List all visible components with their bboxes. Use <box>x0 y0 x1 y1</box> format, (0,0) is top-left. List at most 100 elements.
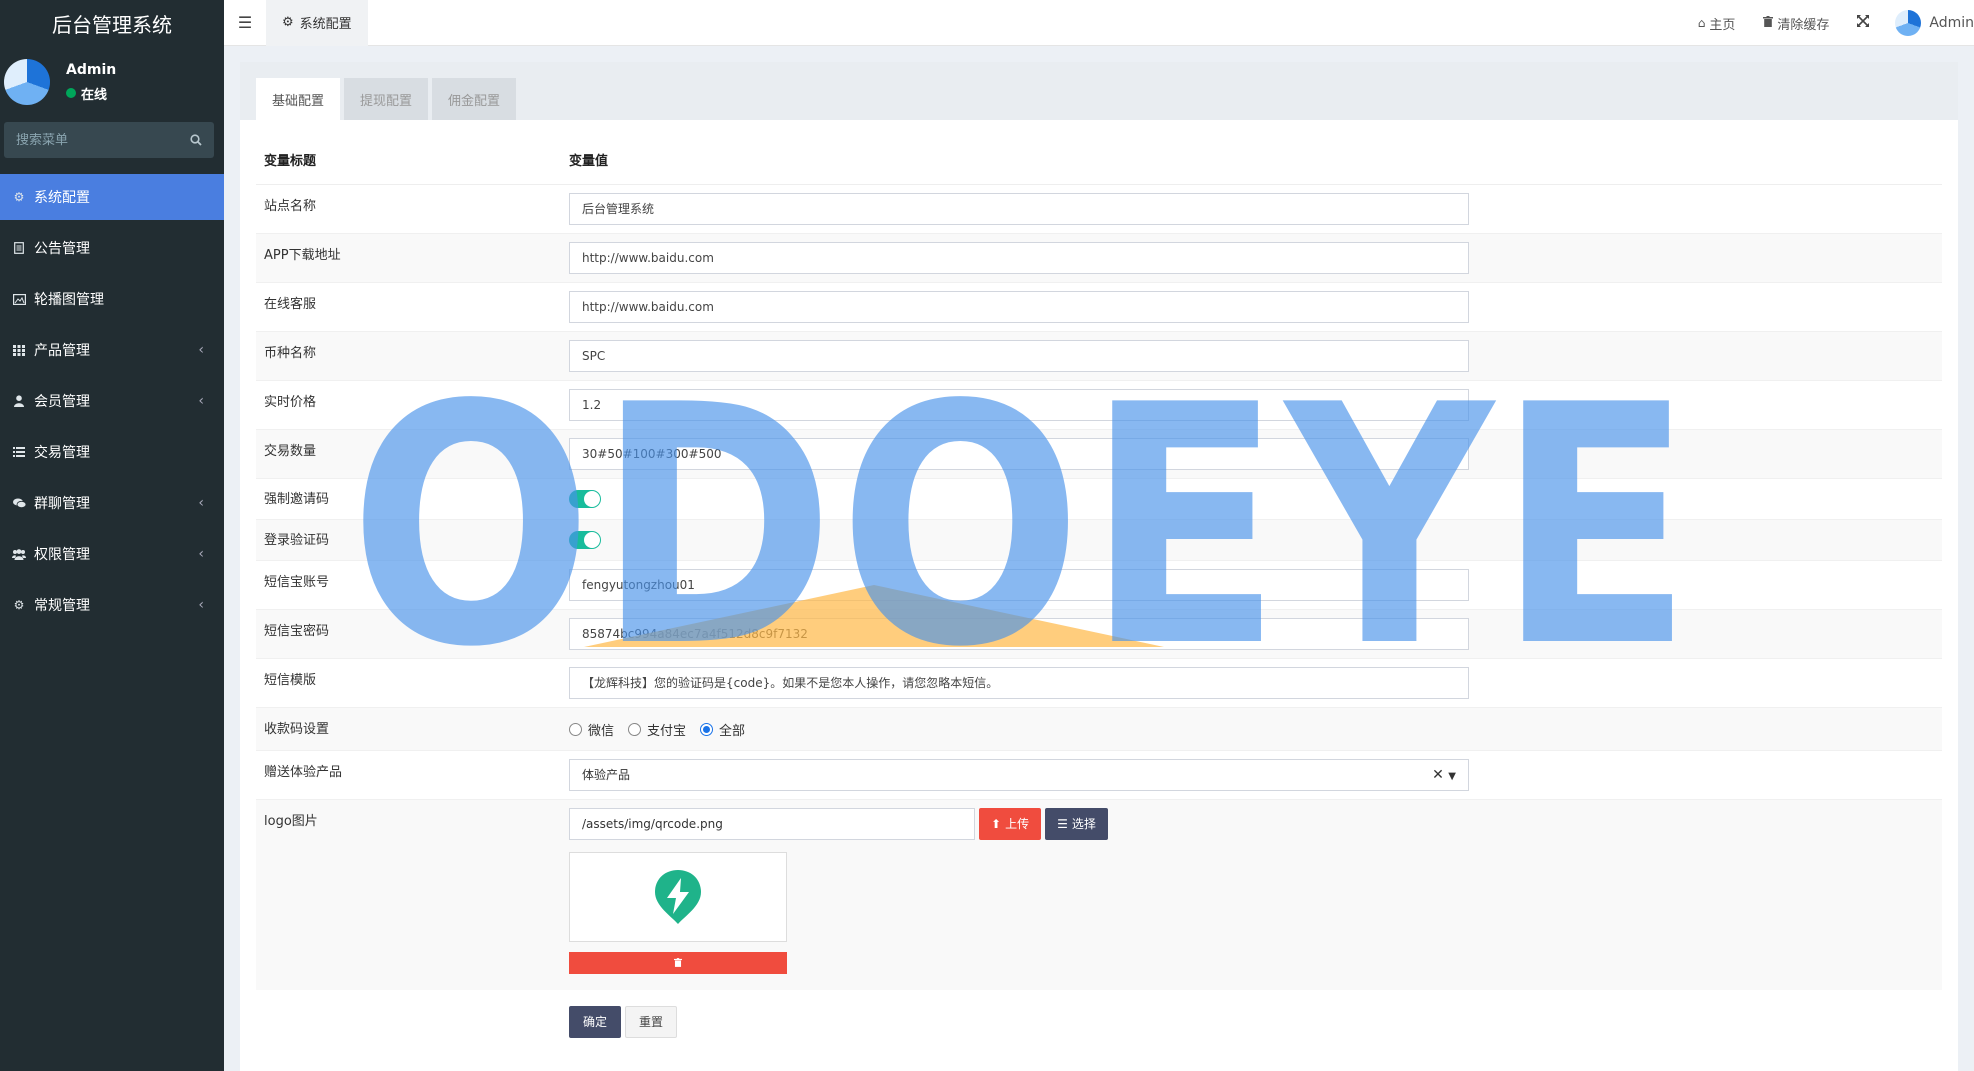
trade-qty-input[interactable]: 30#50#100#300#500 <box>569 437 1469 470</box>
clear-icon[interactable]: ✕ <box>1432 767 1444 783</box>
main-content: 基础配置 提现配置 佣金配置 变量标题 变量值 站点名称 后台管理系统 APP下… <box>240 62 1958 1071</box>
sidebar-item-carousel[interactable]: 轮播图管理 <box>0 276 224 322</box>
chevron-left-icon: ‹ <box>198 393 204 409</box>
fullscreen-button[interactable] <box>1857 15 1870 31</box>
choose-button[interactable]: ☰ 选择 <box>1045 807 1108 840</box>
site-name-input[interactable]: 后台管理系统 <box>569 192 1469 225</box>
invite-code-toggle[interactable] <box>569 489 601 508</box>
row-label: 站点名称 <box>256 183 561 233</box>
sidebar-item-label: 权限管理 <box>34 547 90 563</box>
search-icon[interactable] <box>190 134 202 146</box>
table-row: logo图片 /assets/img/qrcode.png ⬆ 上传 ☰ 选择 <box>256 798 1942 990</box>
service-url-input[interactable]: http://www.baidu.com <box>569 290 1469 323</box>
comments-icon <box>12 498 26 509</box>
table-row: APP下载地址 http://www.baidu.com <box>256 232 1942 282</box>
row-label: 短信宝密码 <box>256 608 561 658</box>
app-title[interactable]: 后台管理系统 <box>0 0 224 46</box>
logo-preview <box>569 851 787 942</box>
caret-down-icon[interactable]: ▼ <box>1448 771 1456 782</box>
sidebar-toggle-icon[interactable]: ☰ <box>224 13 266 32</box>
fullscreen-icon <box>1857 15 1870 31</box>
tab-basic-config[interactable]: 基础配置 <box>256 78 341 120</box>
radio-label: 全部 <box>719 724 746 739</box>
chevron-left-icon: ‹ <box>198 597 204 613</box>
radio-label: 微信 <box>588 724 615 739</box>
table-row: 短信模版 【龙辉科技】您的验证码是{code}。如果不是您本人操作，请您忽略本短… <box>256 657 1942 707</box>
row-label: 登录验证码 <box>256 518 561 560</box>
radio-all[interactable] <box>700 723 714 736</box>
coin-name-input[interactable]: SPC <box>569 339 1469 372</box>
sidebar-item-group-chat[interactable]: 群聊管理 ‹ <box>0 480 224 526</box>
upload-button[interactable]: ⬆ 上传 <box>979 807 1042 840</box>
sidebar-item-label: 会员管理 <box>34 394 90 410</box>
gift-product-value: 体验产品 <box>582 768 631 782</box>
search-input[interactable] <box>16 132 166 148</box>
table-row: 短信宝密码 85874bc994a84ec7a4f512d8c9f7132 <box>256 608 1942 658</box>
radio-alipay[interactable] <box>628 723 642 736</box>
sms-template-input[interactable]: 【龙辉科技】您的验证码是{code}。如果不是您本人操作，请您忽略本短信。 <box>569 666 1469 699</box>
reset-button[interactable]: 重置 <box>625 1005 678 1038</box>
sidebar-item-general[interactable]: ⚙ 常规管理 ‹ <box>0 582 224 628</box>
row-label: 短信宝账号 <box>256 559 561 609</box>
lightning-logo-icon <box>655 869 701 924</box>
upload-label: 上传 <box>1005 817 1030 831</box>
radio-wechat[interactable] <box>569 723 582 736</box>
sidebar-item-trades[interactable]: 交易管理 <box>0 429 224 475</box>
confirm-button[interactable]: 确定 <box>569 1005 622 1038</box>
chevron-left-icon: ‹ <box>198 546 204 562</box>
table-row: 站点名称 后台管理系统 <box>256 183 1942 233</box>
trash-icon <box>674 958 682 967</box>
trash-icon <box>1763 16 1774 30</box>
avatar <box>4 59 50 105</box>
choose-label: 选择 <box>1071 817 1096 831</box>
sidebar-item-label: 轮播图管理 <box>34 292 104 308</box>
row-label: 在线客服 <box>256 281 561 331</box>
row-label: 强制邀请码 <box>256 477 561 519</box>
sidebar-item-products[interactable]: 产品管理 ‹ <box>0 327 224 373</box>
online-dot-icon <box>66 88 76 98</box>
table-row: 币种名称 SPC <box>256 330 1942 380</box>
row-label: 实时价格 <box>256 379 561 429</box>
sms-account-input[interactable]: fengyutongzhou01 <box>569 568 1469 601</box>
user-menu-label: Admin <box>1929 15 1974 31</box>
clear-cache-link[interactable]: 清除缓存 <box>1763 14 1829 33</box>
sidebar-item-label: 群聊管理 <box>34 496 90 512</box>
sidebar-item-system-config[interactable]: ⚙ 系统配置 <box>0 174 224 220</box>
row-label: 赠送体验产品 <box>256 749 561 799</box>
user-status: 在线 <box>66 84 116 103</box>
user-panel: Admin 在线 <box>0 46 224 118</box>
top-navbar: ☰ ⚙ 系统配置 ⌂ 主页 清除缓存 Admin <box>224 0 1974 46</box>
group-icon <box>12 548 26 560</box>
tab-withdraw-config[interactable]: 提现配置 <box>344 78 429 120</box>
home-icon: ⌂ <box>1697 16 1706 30</box>
nav-tab-label: 系统配置 <box>299 17 352 32</box>
row-label: 收款码设置 <box>256 706 561 750</box>
column-header-title: 变量标题 <box>256 136 561 185</box>
app-url-input[interactable]: http://www.baidu.com <box>569 241 1469 274</box>
sms-password-input[interactable]: 85874bc994a84ec7a4f512d8c9f7132 <box>569 617 1469 650</box>
home-link[interactable]: ⌂ 主页 <box>1698 14 1736 33</box>
cogs-icon: ⚙ <box>13 598 25 612</box>
sidebar-menu: ⚙ 系统配置 公告管理 轮播图管理 产品管理 ‹ 会员管理 ‹ 交易管理 群聊管理 ‹ … <box>0 174 224 628</box>
home-label: 主页 <box>1709 17 1736 33</box>
nav-tab-system-config[interactable]: ⚙ 系统配置 <box>266 0 368 46</box>
login-code-toggle[interactable] <box>569 530 601 549</box>
user-menu[interactable]: Admin <box>1895 10 1974 36</box>
sidebar-item-announcements[interactable]: 公告管理 <box>0 225 224 271</box>
delete-image-button[interactable] <box>569 951 787 974</box>
row-label: 币种名称 <box>256 330 561 380</box>
row-label: APP下载地址 <box>256 232 561 282</box>
image-icon <box>12 293 26 305</box>
sidebar-item-label: 产品管理 <box>34 343 90 359</box>
chevron-left-icon: ‹ <box>198 342 204 358</box>
price-input[interactable]: 1.2 <box>569 388 1469 421</box>
sidebar-item-members[interactable]: 会员管理 ‹ <box>0 378 224 424</box>
logo-path-input[interactable]: /assets/img/qrcode.png <box>569 807 975 840</box>
sidebar-item-permissions[interactable]: 权限管理 ‹ <box>0 531 224 577</box>
list-icon: ☰ <box>1057 816 1068 831</box>
tab-commission-config[interactable]: 佣金配置 <box>432 78 517 120</box>
user-icon <box>12 395 26 407</box>
qrcode-radio-group: 微信 支付宝 全部 <box>569 718 1934 742</box>
table-row: 短信宝账号 fengyutongzhou01 <box>256 559 1942 609</box>
gift-product-select[interactable]: 体验产品 ✕ ▼ <box>569 758 1469 791</box>
